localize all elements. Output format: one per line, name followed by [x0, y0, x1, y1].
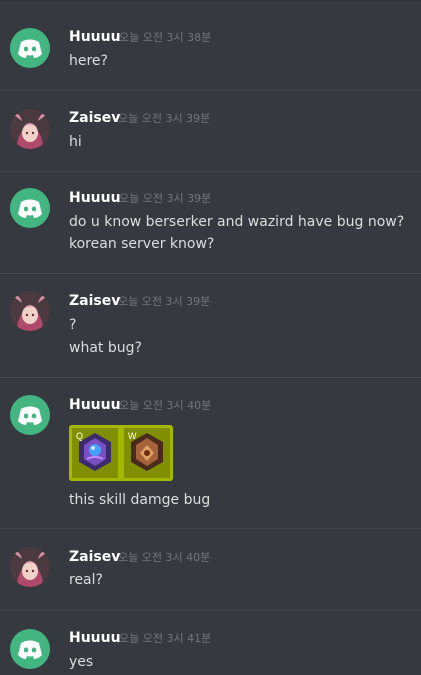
message-text: ? [69, 317, 77, 333]
message-text: this skill damge bug [69, 492, 211, 508]
divider [0, 528, 421, 529]
message-text: korean server know? [69, 236, 215, 252]
skill-key-q: Q [76, 431, 83, 441]
timestamp: 오늘 오전 3시 38분 [119, 31, 212, 44]
timestamp: 오늘 오전 3시 39분 [119, 192, 212, 205]
divider [0, 273, 421, 274]
message-text: here? [69, 53, 108, 69]
skill-icons-image: Q W [69, 425, 173, 481]
username[interactable]: Huuuu [69, 28, 121, 46]
avatar[interactable] [10, 28, 50, 68]
avatar[interactable] [10, 629, 50, 669]
message-text: what bug? [69, 340, 142, 356]
discord-logo-icon [18, 199, 42, 218]
divider [0, 90, 421, 91]
discord-logo-icon [18, 39, 42, 58]
timestamp: 오늘 오전 3시 40분 [118, 551, 211, 564]
discord-logo-icon [18, 406, 42, 425]
character-portrait-icon [10, 109, 50, 149]
username[interactable]: Zaisev [69, 548, 120, 566]
timestamp: 오늘 오전 3시 39분 [118, 295, 211, 308]
image-attachment[interactable]: Q W [69, 425, 173, 481]
character-portrait-icon [10, 291, 50, 331]
character-portrait-icon [10, 547, 50, 587]
skill-key-w: W [128, 431, 137, 441]
divider [0, 610, 421, 611]
discord-logo-icon [18, 640, 42, 659]
username[interactable]: Zaisev [69, 292, 120, 310]
avatar[interactable] [10, 188, 50, 228]
timestamp: 오늘 오전 3시 40분 [119, 399, 212, 412]
message-text: yes [69, 654, 94, 670]
username[interactable]: Huuuu [69, 189, 121, 207]
username[interactable]: Huuuu [69, 396, 121, 414]
username[interactable]: Huuuu [69, 629, 121, 647]
chat-message-list[interactable]: Huuuu 오늘 오전 3시 38분 here? Zaisev 오늘 오전 3시… [0, 0, 421, 675]
message-text: real? [69, 572, 103, 588]
message-text: do u know berserker and wazird have bug … [69, 214, 405, 230]
timestamp: 오늘 오전 3시 39분 [118, 112, 211, 125]
message-text: hi [69, 134, 82, 150]
username[interactable]: Zaisev [69, 109, 120, 127]
divider [0, 171, 421, 172]
divider [0, 377, 421, 378]
avatar[interactable] [10, 395, 50, 435]
timestamp: 오늘 오전 3시 41분 [119, 632, 212, 645]
avatar[interactable] [10, 547, 50, 587]
avatar[interactable] [10, 291, 50, 331]
avatar[interactable] [10, 109, 50, 149]
